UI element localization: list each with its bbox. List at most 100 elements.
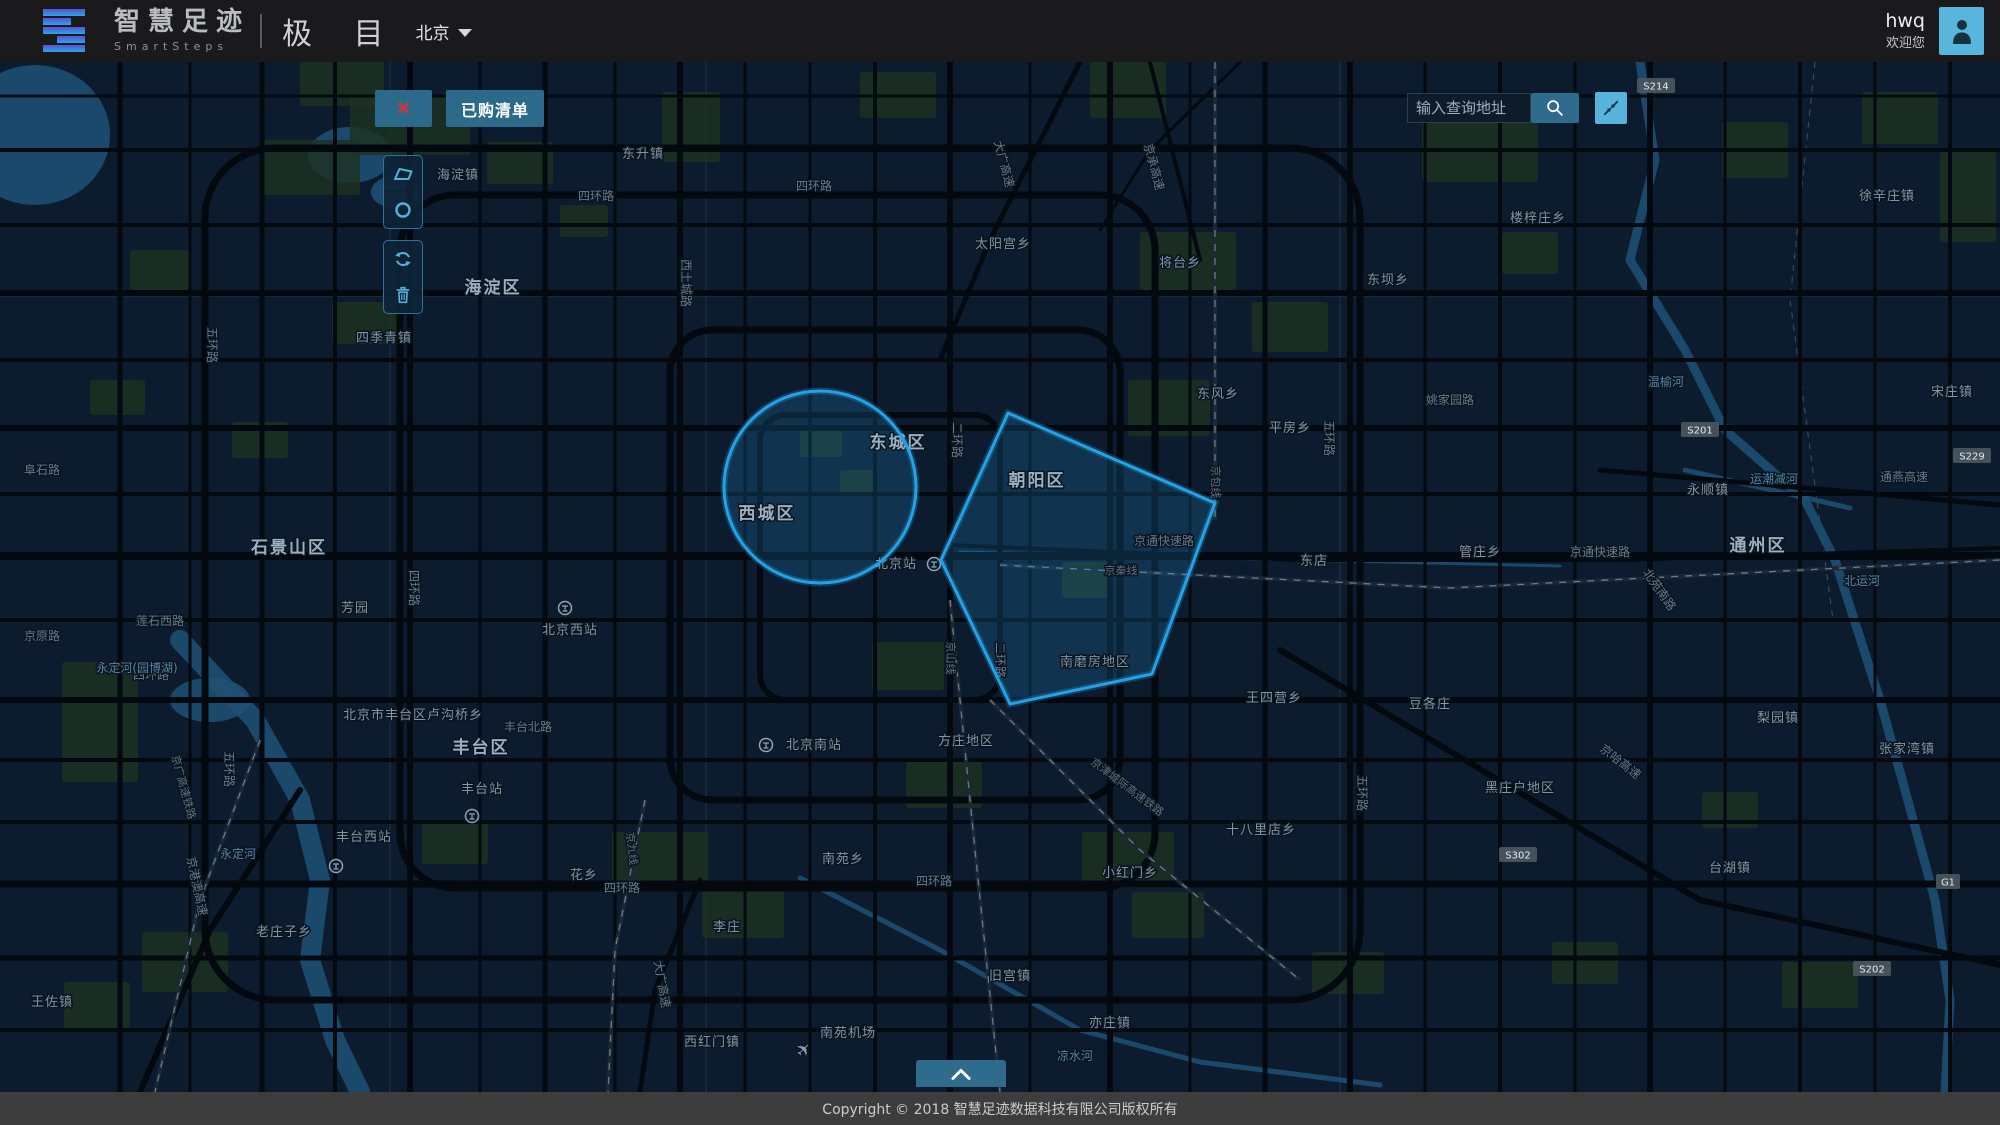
svg-text:东坝乡: 东坝乡 xyxy=(1367,273,1409,288)
city-label: 北京 xyxy=(416,19,450,44)
svg-text:豆各庄: 豆各庄 xyxy=(1409,696,1451,712)
svg-text:亦庄镇: 亦庄镇 xyxy=(1089,1015,1131,1031)
svg-text:李庄: 李庄 xyxy=(713,919,741,935)
draw-tools-group xyxy=(383,155,423,229)
refresh-icon xyxy=(391,248,415,270)
svg-text:S214: S214 xyxy=(1643,82,1668,93)
collapse-panel-button[interactable] xyxy=(1595,92,1627,124)
delete-shapes-button[interactable] xyxy=(384,277,422,313)
svg-text:老庄子乡: 老庄子乡 xyxy=(256,924,312,940)
svg-text:管庄乡: 管庄乡 xyxy=(1459,544,1501,560)
svg-text:四环路: 四环路 xyxy=(916,873,952,888)
svg-text:南苑机场: 南苑机场 xyxy=(820,1025,876,1041)
svg-text:四季青镇: 四季青镇 xyxy=(356,331,412,346)
svg-text:四环路: 四环路 xyxy=(407,570,422,606)
brand-subtitle: SmartSteps xyxy=(114,40,250,53)
svg-text:石景山区: 石景山区 xyxy=(250,538,327,558)
svg-text:四环路: 四环路 xyxy=(604,880,640,895)
search-icon xyxy=(1544,97,1566,119)
svg-text:京原路: 京原路 xyxy=(24,628,60,643)
city-selector[interactable]: 北京 xyxy=(416,19,472,44)
svg-text:东升镇: 东升镇 xyxy=(622,147,664,162)
svg-text:阜石路: 阜石路 xyxy=(24,462,60,477)
svg-text:四环路: 四环路 xyxy=(796,178,832,193)
bottom-panel-toggle[interactable] xyxy=(916,1060,1006,1087)
close-selection-button[interactable]: × xyxy=(375,90,432,127)
svg-text:永定河(园博湖): 永定河(园博湖) xyxy=(96,660,177,675)
app-window: 海淀区石景山区西城区东城区朝阳区丰台区通州区海淀镇东升镇四季青镇太阳宫乡将台乡东… xyxy=(0,0,2000,1125)
product-name: 极 目 xyxy=(282,9,400,53)
polygon-icon xyxy=(391,163,415,185)
svg-text:丰台站: 丰台站 xyxy=(461,782,503,797)
svg-text:方庄地区: 方庄地区 xyxy=(938,733,994,749)
svg-text:S201: S201 xyxy=(1687,426,1712,437)
svg-text:海淀区: 海淀区 xyxy=(465,277,522,298)
svg-text:东风乡: 东风乡 xyxy=(1197,387,1239,402)
svg-text:S202: S202 xyxy=(1859,965,1884,976)
svg-text:永定河: 永定河 xyxy=(220,846,256,861)
circle-icon xyxy=(391,199,415,221)
svg-text:姚家园路: 姚家园路 xyxy=(1426,392,1474,407)
svg-text:S229: S229 xyxy=(1959,452,1984,463)
svg-text:五环路: 五环路 xyxy=(1322,420,1337,456)
svg-text:台湖镇: 台湖镇 xyxy=(1709,861,1751,876)
svg-text:凉水河: 凉水河 xyxy=(1057,1048,1093,1063)
svg-text:五环路: 五环路 xyxy=(222,751,237,787)
map-canvas[interactable]: 海淀区石景山区西城区东城区朝阳区丰台区通州区海淀镇东升镇四季青镇太阳宫乡将台乡东… xyxy=(0,0,2000,1125)
svg-text:太阳宫乡: 太阳宫乡 xyxy=(975,237,1031,252)
person-icon xyxy=(1950,17,1974,45)
svg-text:丰台西站: 丰台西站 xyxy=(336,830,392,845)
copyright-text: Copyright © 2018 智慧足迹数据科技有限公司版权所有 xyxy=(822,1099,1177,1119)
svg-text:通州区: 通州区 xyxy=(1730,536,1787,556)
draw-polygon-button[interactable] xyxy=(384,156,422,192)
svg-text:南磨房地区: 南磨房地区 xyxy=(1060,654,1130,670)
svg-text:北京南站: 北京南站 xyxy=(786,737,842,753)
svg-text:S302: S302 xyxy=(1505,851,1530,862)
top-header: 智慧足迹 SmartSteps 极 目 北京 hwq 欢迎您 xyxy=(0,0,2000,62)
svg-text:京通快速路: 京通快速路 xyxy=(1134,533,1194,548)
svg-text:京包线: 京包线 xyxy=(1209,466,1223,499)
map-topbar-left: × 已购清单 xyxy=(375,90,544,127)
svg-text:G1: G1 xyxy=(1941,878,1955,889)
svg-text:黑庄户地区: 黑庄户地区 xyxy=(1485,780,1555,796)
brand-block: 智慧足迹 SmartSteps xyxy=(114,9,250,52)
svg-text:京山线: 京山线 xyxy=(944,642,958,675)
draw-toolbar xyxy=(383,155,423,325)
svg-text:王四营乡: 王四营乡 xyxy=(1246,691,1302,706)
smartsteps-logo-icon xyxy=(40,8,92,54)
user-greeting: 欢迎您 xyxy=(1885,32,1925,51)
svg-text:朝阳区: 朝阳区 xyxy=(1009,470,1066,491)
svg-text:张家湾镇: 张家湾镇 xyxy=(1879,741,1935,757)
svg-text:旧宫镇: 旧宫镇 xyxy=(989,969,1031,984)
map-topbar-right xyxy=(1407,92,1627,124)
svg-text:梨园镇: 梨园镇 xyxy=(1757,711,1799,726)
svg-text:五环路: 五环路 xyxy=(1355,775,1370,811)
svg-text:王佐镇: 王佐镇 xyxy=(31,995,73,1010)
svg-text:四环路: 四环路 xyxy=(578,188,614,203)
svg-text:丰台北路: 丰台北路 xyxy=(504,719,552,734)
close-icon: × xyxy=(396,97,410,121)
refresh-button[interactable] xyxy=(384,241,422,277)
svg-text:北京市丰台区卢沟桥乡: 北京市丰台区卢沟桥乡 xyxy=(343,707,483,723)
svg-text:楼梓庄乡: 楼梓庄乡 xyxy=(1510,210,1566,226)
purchased-list-button[interactable]: 已购清单 xyxy=(446,90,544,127)
svg-text:宋庄镇: 宋庄镇 xyxy=(1931,384,1973,400)
user-avatar[interactable] xyxy=(1939,7,1984,55)
trash-icon xyxy=(391,284,415,306)
user-name: hwq xyxy=(1885,11,1925,33)
brand-divider xyxy=(260,14,262,48)
svg-text:北运河: 北运河 xyxy=(1844,574,1880,588)
svg-text:花乡: 花乡 xyxy=(570,867,598,883)
svg-text:西城区: 西城区 xyxy=(739,504,796,524)
svg-text:海淀镇: 海淀镇 xyxy=(437,168,479,183)
draw-circle-button[interactable] xyxy=(384,192,422,228)
svg-text:永顺镇: 永顺镇 xyxy=(1687,483,1729,498)
search-button[interactable] xyxy=(1531,93,1579,123)
svg-text:南苑乡: 南苑乡 xyxy=(822,851,864,867)
svg-text:十八里店乡: 十八里店乡 xyxy=(1226,823,1296,838)
edit-tools-group xyxy=(383,240,423,314)
svg-text:北京西站: 北京西站 xyxy=(542,623,598,638)
svg-text:通燕高速: 通燕高速 xyxy=(1880,469,1928,484)
search-input[interactable] xyxy=(1407,93,1531,123)
svg-text:京秦线: 京秦线 xyxy=(1105,563,1138,577)
